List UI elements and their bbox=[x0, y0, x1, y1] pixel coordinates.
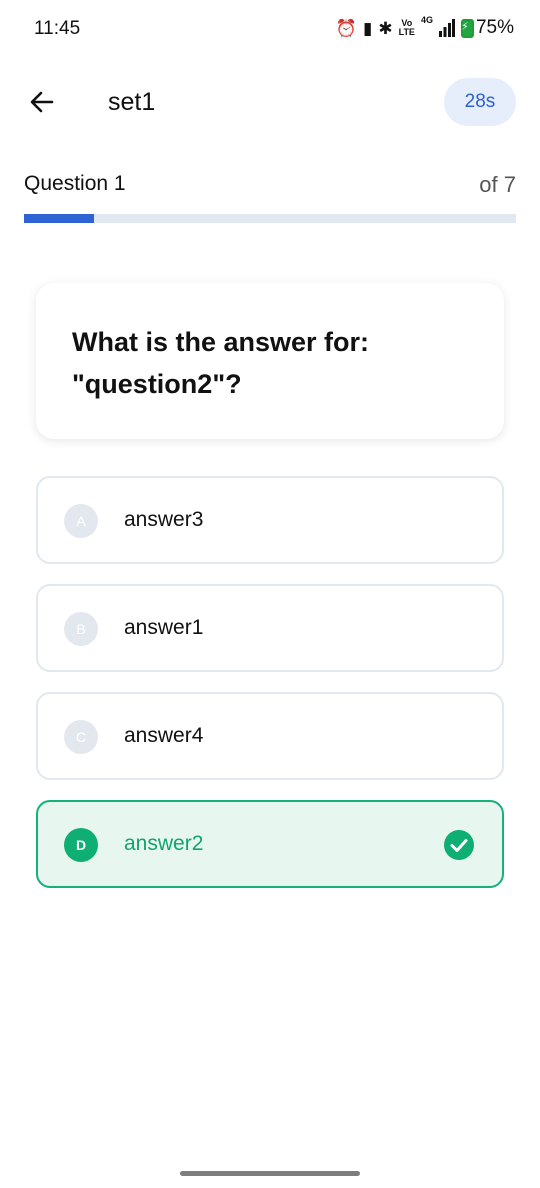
timer-badge: 28s bbox=[444, 78, 516, 126]
page-title: set1 bbox=[108, 88, 156, 116]
option-d[interactable]: D answer2 bbox=[36, 800, 504, 888]
option-c[interactable]: C answer4 bbox=[36, 692, 504, 780]
network-type: 4G bbox=[420, 15, 433, 25]
option-a[interactable]: A answer3 bbox=[36, 476, 504, 564]
battery-icon bbox=[460, 18, 474, 38]
back-button[interactable] bbox=[24, 84, 60, 120]
status-bar: 11:45 ⏰ ▮ ✱ Vo LTE 4G 75% bbox=[0, 0, 540, 60]
question-progress: Question 1 of 7 bbox=[24, 170, 516, 200]
bluetooth-icon: ✱ bbox=[378, 18, 393, 38]
option-label: answer4 bbox=[124, 724, 204, 747]
arrow-left-icon bbox=[30, 91, 54, 113]
option-letter: C bbox=[64, 720, 98, 754]
progress-fill bbox=[24, 214, 95, 223]
option-label: answer1 bbox=[124, 616, 204, 639]
vibrate-icon: ▮ bbox=[363, 18, 373, 38]
status-time: 11:45 bbox=[34, 18, 81, 39]
question-number: Question 1 bbox=[24, 172, 126, 195]
status-icons: ⏰ ▮ ✱ Vo LTE 4G 75% bbox=[335, 15, 514, 39]
option-letter: B bbox=[64, 612, 98, 646]
option-letter: D bbox=[64, 828, 98, 862]
option-letter: A bbox=[64, 504, 98, 538]
progress-bar bbox=[24, 214, 516, 223]
quiz-screen: 11:45 ⏰ ▮ ✱ Vo LTE 4G 75% bbox=[0, 0, 540, 1188]
signal-icon bbox=[438, 19, 455, 37]
alarm-icon: ⏰ bbox=[335, 18, 357, 38]
volte-bottom: LTE bbox=[398, 27, 415, 37]
check-circle-icon bbox=[444, 830, 474, 860]
option-label: answer3 bbox=[124, 508, 204, 531]
option-label: answer2 bbox=[124, 832, 204, 855]
battery-percent: 75% bbox=[475, 17, 514, 38]
question-card: What is the answer for: "question2"? bbox=[36, 283, 504, 439]
question-text: What is the answer for: "question2"? bbox=[72, 327, 370, 399]
battery: 75% bbox=[460, 17, 514, 39]
home-indicator[interactable] bbox=[180, 1171, 360, 1176]
volte-icon: Vo LTE bbox=[399, 19, 415, 37]
question-total: of 7 bbox=[479, 172, 516, 197]
answer-options: A answer3 B answer1 C answer4 D answer2 bbox=[36, 476, 504, 908]
app-header: set1 28s bbox=[0, 74, 540, 130]
option-b[interactable]: B answer1 bbox=[36, 584, 504, 672]
